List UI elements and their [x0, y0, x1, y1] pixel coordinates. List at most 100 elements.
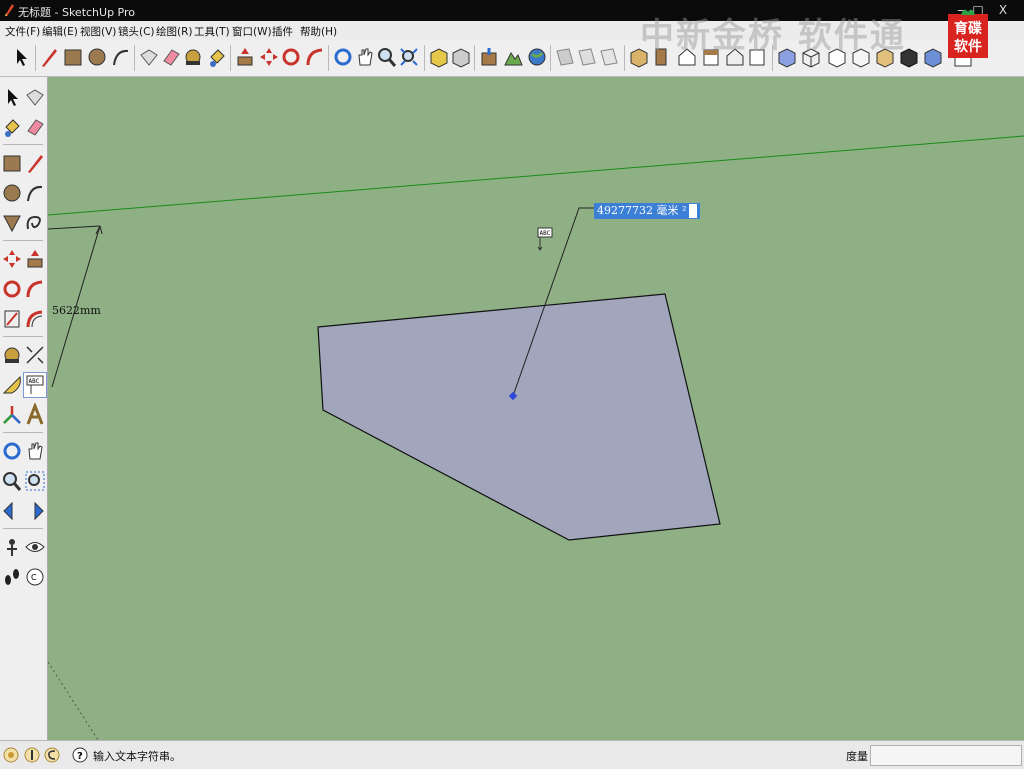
follow-me-icon[interactable]	[24, 277, 46, 301]
text-tool-icon[interactable]: ABC	[23, 372, 47, 398]
rectangle-icon[interactable]	[62, 45, 84, 69]
leaf-icon	[961, 9, 975, 15]
rectangle-icon[interactable]	[1, 151, 23, 175]
menu-file[interactable]: 文件(F)	[5, 24, 40, 39]
offset-icon[interactable]	[24, 307, 46, 331]
text-cursor-icon: ABC	[537, 227, 553, 251]
dimension-icon[interactable]	[24, 343, 46, 367]
get-models-icon[interactable]	[428, 45, 450, 69]
zoom-icon[interactable]	[1, 469, 23, 493]
menu-view[interactable]: 视图(V)	[80, 24, 116, 39]
pan-hand-icon[interactable]	[24, 439, 46, 463]
protractor-icon[interactable]	[1, 373, 23, 397]
dimension-extension-line	[48, 225, 101, 230]
svg-text:C: C	[31, 573, 37, 582]
move-icon[interactable]	[1, 247, 23, 271]
status-message: 输入文本字符串。	[93, 750, 181, 763]
toolbar-separator	[474, 45, 475, 71]
previous-view-icon[interactable]	[1, 499, 23, 523]
look-around-eye-icon[interactable]	[24, 535, 46, 559]
section-cut-icon[interactable]	[598, 45, 620, 69]
polygon-face[interactable]	[317, 293, 721, 541]
eraser-icon[interactable]	[24, 115, 46, 139]
toolbar-separator	[230, 45, 231, 71]
zoom-icon[interactable]	[376, 45, 398, 69]
dimension-label[interactable]: 5622mm	[52, 304, 101, 317]
eraser-icon[interactable]	[160, 45, 182, 69]
help-icon[interactable]: ?	[72, 746, 88, 764]
next-view-icon[interactable]	[24, 499, 46, 523]
measurements-label: 度量	[846, 750, 868, 763]
terrain-icon[interactable]	[502, 45, 524, 69]
menu-edit[interactable]: 编辑(E)	[42, 24, 78, 39]
paint-bucket-icon[interactable]	[206, 45, 228, 69]
toolbar-separator	[3, 528, 43, 529]
geo-location-icon[interactable]	[3, 746, 19, 764]
make-component-icon[interactable]	[138, 45, 160, 69]
rotate-icon[interactable]	[280, 45, 302, 69]
window-title: 无标题 - SketchUp Pro	[18, 6, 136, 19]
section-plane-icon[interactable]	[554, 45, 576, 69]
logo-line-1: 育碟	[954, 21, 982, 37]
pencil-line-icon[interactable]	[38, 45, 60, 69]
toolbar-separator	[424, 45, 425, 71]
freehand-icon[interactable]	[24, 211, 46, 235]
select-tool-icon[interactable]	[1, 85, 23, 109]
select-tool-icon[interactable]	[10, 45, 32, 69]
scale-icon[interactable]	[1, 307, 23, 331]
measurements-box[interactable]	[870, 745, 1022, 766]
menu-plugins[interactable]: 插件	[272, 24, 293, 39]
menu-camera[interactable]: 镜头(C)	[118, 24, 155, 39]
arc-icon[interactable]	[110, 45, 132, 69]
add-location-icon[interactable]	[478, 45, 500, 69]
zoom-extents-icon[interactable]	[398, 45, 420, 69]
polygon-icon[interactable]	[1, 211, 23, 235]
tape-measure-icon[interactable]	[1, 343, 23, 367]
make-component-icon[interactable]	[24, 85, 46, 109]
menu-draw[interactable]: 绘图(R)	[156, 24, 193, 39]
drawing-viewport[interactable]: 5622mm 49277732 毫米 ² ABC	[48, 77, 1024, 740]
zoom-window-icon[interactable]	[24, 469, 46, 493]
sketchup-app-icon	[5, 4, 14, 16]
circle-icon[interactable]	[1, 181, 23, 205]
push-pull-icon[interactable]	[234, 45, 256, 69]
logo-line-2: 软件	[954, 39, 982, 55]
menu-tools[interactable]: 工具(T)	[194, 24, 230, 39]
status-bar: ? 输入文本字符串。 度量	[0, 740, 1024, 769]
axes-icon[interactable]	[1, 403, 23, 427]
google-earth-icon[interactable]	[526, 45, 548, 69]
move-icon[interactable]	[258, 45, 280, 69]
sign-in-icon[interactable]	[44, 746, 60, 764]
follow-me-icon[interactable]	[304, 45, 326, 69]
green-axis-line	[48, 135, 1024, 216]
watermark-text: 中新金桥 软件通	[640, 16, 906, 56]
rotate-icon[interactable]	[1, 277, 23, 301]
3d-text-icon[interactable]	[24, 401, 46, 427]
toolbar-separator	[3, 432, 43, 433]
close-button[interactable]: X	[994, 2, 1012, 18]
position-camera-icon[interactable]	[1, 535, 23, 559]
section-display-icon[interactable]	[576, 45, 598, 69]
section-plane-icon[interactable]: C	[24, 565, 46, 589]
share-model-icon[interactable]	[450, 45, 472, 69]
push-pull-icon[interactable]	[24, 247, 46, 271]
paint-bucket-icon[interactable]	[1, 115, 23, 139]
orbit-icon[interactable]	[332, 45, 354, 69]
menu-help[interactable]: 帮助(H)	[300, 24, 337, 39]
svg-text:ABC: ABC	[29, 378, 40, 385]
area-text-edit[interactable]: 49277732 毫米 ²	[594, 203, 701, 219]
toolbar-separator	[3, 240, 43, 241]
svg-text:ABC: ABC	[540, 230, 551, 237]
pencil-line-icon[interactable]	[24, 151, 46, 175]
guide-line	[48, 661, 99, 740]
walk-footprints-icon[interactable]	[1, 565, 23, 589]
circle-icon[interactable]	[86, 45, 108, 69]
menu-window[interactable]: 窗口(W)	[232, 24, 272, 39]
styles-icon[interactable]	[922, 45, 944, 69]
pan-hand-icon[interactable]	[354, 45, 376, 69]
arc-icon[interactable]	[24, 181, 46, 205]
area-text-value: 49277732 毫米 ²	[597, 204, 687, 217]
credits-icon[interactable]	[24, 746, 40, 764]
tape-measure-icon[interactable]	[182, 45, 204, 69]
orbit-icon[interactable]	[1, 439, 23, 463]
